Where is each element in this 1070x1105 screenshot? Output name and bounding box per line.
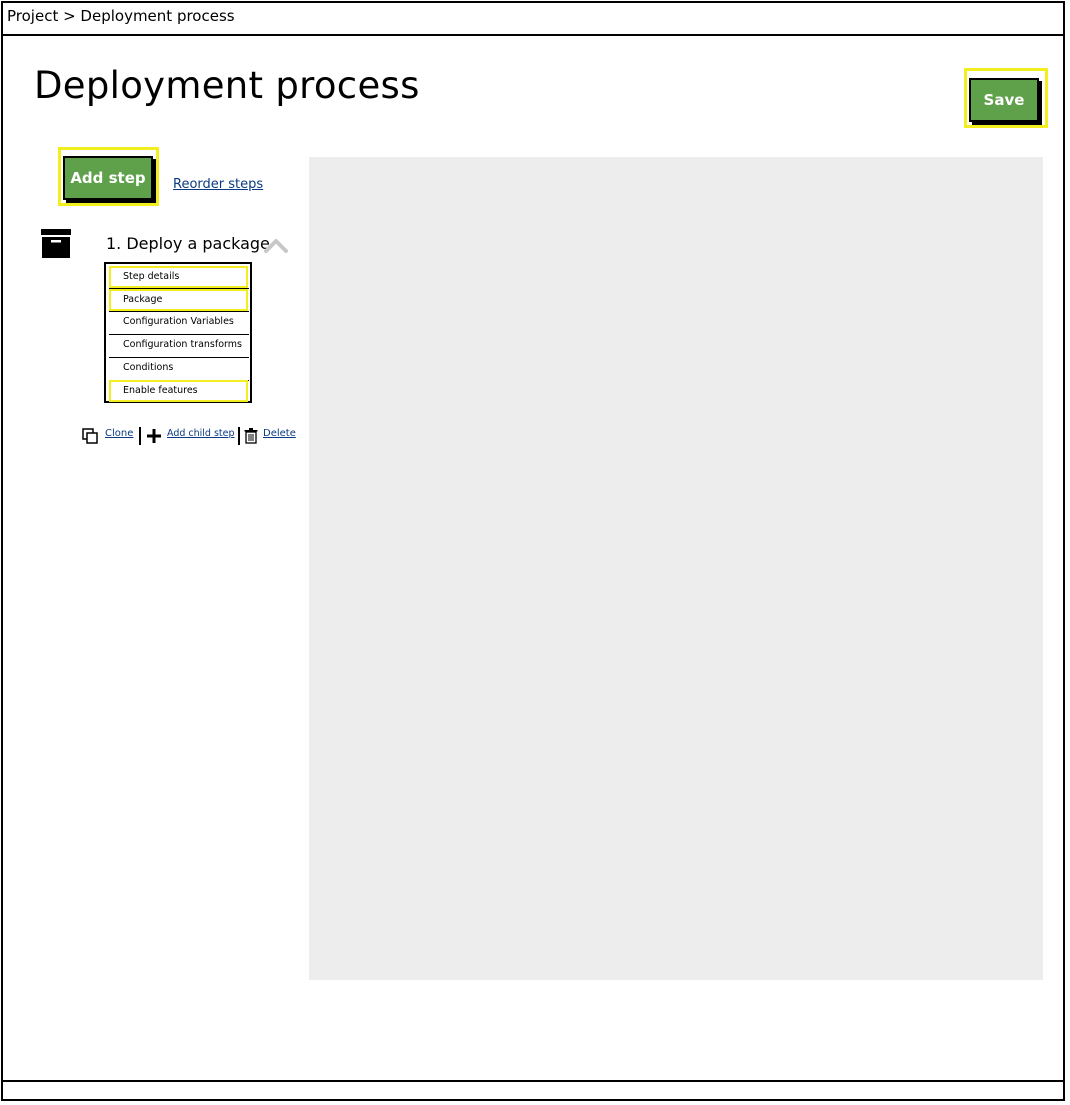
submenu-item-step-details[interactable]: Step details — [109, 266, 248, 288]
clone-link[interactable]: Clone — [105, 428, 133, 444]
page-title: Deployment process — [34, 64, 420, 107]
step-content-panel — [309, 157, 1043, 980]
trash-icon[interactable] — [244, 428, 258, 444]
action-separator — [139, 427, 141, 445]
chevron-up-icon[interactable] — [264, 236, 288, 254]
submenu-item-configuration-transforms[interactable]: Configuration transforms — [109, 335, 248, 357]
breadcrumb-bar: Project > Deployment process — [1, 1, 1065, 36]
reorder-steps-link[interactable]: Reorder steps — [173, 177, 263, 192]
submenu-item-enable-features[interactable]: Enable features — [109, 380, 248, 402]
submenu-item-configuration-variables[interactable]: Configuration Variables — [109, 312, 248, 334]
save-button[interactable]: Save — [969, 78, 1039, 122]
step-submenu: Step details Package Configuration Varia… — [104, 262, 252, 403]
breadcrumb[interactable]: Project > Deployment process — [7, 7, 235, 25]
add-step-button[interactable]: Add step — [63, 156, 153, 200]
action-separator — [238, 427, 240, 445]
plus-icon[interactable] — [147, 429, 161, 443]
submenu-item-package[interactable]: Package — [109, 289, 248, 311]
footer-bar — [1, 1080, 1065, 1105]
submenu-item-conditions[interactable]: Conditions — [109, 358, 248, 380]
step-title[interactable]: 1. Deploy a package — [106, 234, 270, 253]
archive-box-icon — [41, 229, 71, 258]
add-child-step-link[interactable]: Add child step — [167, 428, 235, 444]
clone-icon[interactable] — [82, 428, 99, 445]
delete-link[interactable]: Delete — [263, 428, 296, 444]
